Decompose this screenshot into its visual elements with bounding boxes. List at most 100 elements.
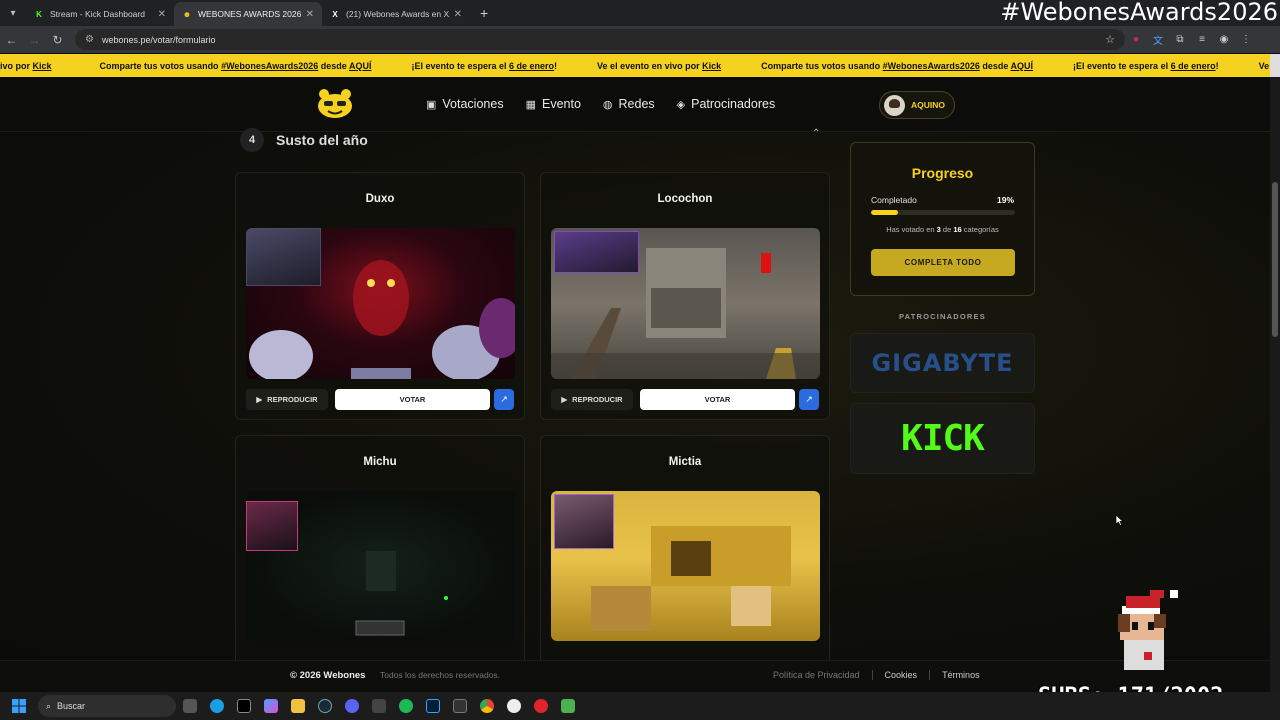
clip-thumbnail[interactable] bbox=[551, 491, 820, 641]
streamer-webcam bbox=[246, 228, 321, 286]
sponsor-kick[interactable]: KICK bbox=[850, 403, 1035, 474]
close-tab-icon[interactable]: ✕ bbox=[158, 9, 166, 20]
forward-icon[interactable]: → bbox=[23, 33, 46, 47]
extension-translate-icon[interactable]: 文 bbox=[1147, 32, 1169, 47]
kick-logo: KICK bbox=[901, 418, 985, 459]
back-icon[interactable]: ← bbox=[0, 33, 23, 47]
vote-button[interactable]: VOTAR bbox=[640, 389, 795, 410]
new-tab-button[interactable]: + bbox=[470, 5, 498, 21]
nav-evento[interactable]: ▦ Evento bbox=[526, 97, 581, 111]
search-placeholder: Buscar bbox=[57, 701, 86, 711]
external-link-icon[interactable]: ↗ bbox=[494, 389, 514, 410]
tab-webones-awards[interactable]: ☻ WEBONES AWARDS 2026 ✕ bbox=[174, 2, 322, 26]
privacy-link[interactable]: Política de Privacidad bbox=[773, 670, 873, 680]
external-link-icon[interactable]: ↗ bbox=[799, 389, 819, 410]
marquee-hashtag-link[interactable]: #WebonesAwards2026 bbox=[883, 61, 980, 71]
page-scrollbar[interactable] bbox=[1270, 77, 1280, 692]
gigabyte-logo: GIGABYTE bbox=[871, 349, 1014, 377]
steam-icon[interactable] bbox=[311, 695, 338, 717]
play-label: REPRODUCIR bbox=[572, 395, 623, 404]
streamer-webcam bbox=[554, 494, 614, 549]
browser-tab-strip: ▾ K Stream - Kick Dashboard ✕ ☻ WEBONES … bbox=[0, 0, 1280, 26]
clip-thumbnail[interactable] bbox=[246, 491, 515, 641]
webones-favicon-icon: ☻ bbox=[182, 9, 192, 19]
extensions-puzzle-icon[interactable]: ⧉ bbox=[1169, 34, 1191, 45]
play-button[interactable]: ▶ REPRODUCIR bbox=[246, 389, 328, 410]
close-tab-icon[interactable]: ✕ bbox=[454, 9, 462, 20]
nominee-card-duxo: Duxo ▶ REPRODUCIR VOTAR ↗ bbox=[235, 172, 525, 420]
marquee-hashtag-link[interactable]: #WebonesAwards2026 bbox=[221, 61, 318, 71]
scrollbar-thumb[interactable] bbox=[1272, 182, 1278, 337]
nav-redes[interactable]: ◍ Redes bbox=[603, 97, 655, 111]
terms-link[interactable]: Términos bbox=[930, 670, 992, 680]
user-menu-button[interactable]: AQUINO bbox=[879, 91, 955, 119]
marquee-aqui-link[interactable]: AQUÍ bbox=[349, 61, 372, 71]
sponsor-gigabyte[interactable]: GIGABYTE bbox=[850, 333, 1035, 393]
announcement-marquee: ivo por Kick Comparte tus votos usando #… bbox=[0, 54, 1280, 77]
app-icon[interactable] bbox=[446, 695, 473, 717]
webones-logo-icon[interactable] bbox=[315, 87, 355, 119]
progress-panel: Progreso Completado 19% Has votado en 3 … bbox=[850, 142, 1035, 296]
bookmark-star-icon[interactable]: ☆ bbox=[1105, 33, 1115, 46]
photoshop-icon[interactable] bbox=[419, 695, 446, 717]
media-controls-icon[interactable]: ≡ bbox=[1191, 34, 1213, 45]
close-tab-icon[interactable]: ✕ bbox=[306, 9, 314, 20]
marquee-date-link[interactable]: 6 de enero bbox=[509, 61, 554, 71]
screen: { "browser": { "tabs": [ {"title": "Stre… bbox=[0, 0, 1280, 720]
play-icon: ▶ bbox=[256, 395, 263, 404]
marquee-date-link[interactable]: 6 de enero bbox=[1171, 61, 1216, 71]
clip-thumbnail[interactable] bbox=[551, 228, 820, 379]
clip-thumbnail[interactable] bbox=[246, 228, 515, 379]
app-icon[interactable] bbox=[365, 695, 392, 717]
copilot-icon[interactable] bbox=[257, 695, 284, 717]
streamer-webcam bbox=[246, 501, 298, 551]
reload-icon[interactable]: ↻ bbox=[46, 33, 69, 47]
sponsors-label: PATROCINADORES bbox=[899, 312, 986, 321]
username: AQUINO bbox=[911, 100, 945, 110]
chrome-icon[interactable] bbox=[473, 695, 500, 717]
github-icon[interactable] bbox=[500, 695, 527, 717]
cookies-link[interactable]: Cookies bbox=[873, 670, 931, 680]
scrollbar-top[interactable] bbox=[1270, 54, 1280, 77]
taskbar-search[interactable]: ⌕ Buscar bbox=[38, 695, 176, 717]
category-header[interactable]: 4 Susto del año bbox=[240, 128, 368, 152]
nav-label: Votaciones bbox=[442, 97, 504, 111]
tab-title: WEBONES AWARDS 2026 bbox=[198, 9, 302, 19]
complete-all-button[interactable]: COMPLETA TODO bbox=[871, 249, 1015, 276]
discord-icon[interactable] bbox=[338, 695, 365, 717]
streamer-webcam bbox=[554, 231, 639, 273]
marquee-kick-link[interactable]: Kick bbox=[33, 61, 52, 71]
marquee-kick-link[interactable]: Kick bbox=[702, 61, 721, 71]
windows-start-icon[interactable] bbox=[0, 699, 38, 713]
tab-search-menu[interactable]: ▾ bbox=[0, 0, 26, 26]
play-button[interactable]: ▶ REPRODUCIR bbox=[551, 389, 633, 410]
site-info-icon[interactable]: ⚙ bbox=[85, 34, 94, 45]
edge-icon[interactable] bbox=[203, 695, 230, 717]
nav-patrocinadores[interactable]: ◈ Patrocinadores bbox=[677, 97, 776, 111]
file-explorer-icon[interactable] bbox=[284, 695, 311, 717]
minecraft-icon[interactable] bbox=[554, 695, 581, 717]
tab-x-post[interactable]: X (21) Webones Awards en X: "Cl ✕ bbox=[322, 2, 470, 26]
site-navbar: ▣ Votaciones ▦ Evento ◍ Redes ◈ Patrocinador… bbox=[0, 77, 1270, 132]
nominee-name: Michu bbox=[363, 456, 397, 468]
browser-menu-icon[interactable]: ⋮ bbox=[1235, 34, 1257, 45]
marquee-aqui-link[interactable]: AQUÍ bbox=[1011, 61, 1034, 71]
marquee-item: Ve el evento en vivo por Kick bbox=[597, 60, 722, 71]
marquee-item: Comparte tus votos usando #WebonesAwards… bbox=[761, 60, 1034, 71]
vote-button[interactable]: VOTAR bbox=[335, 389, 490, 410]
app-icon[interactable] bbox=[230, 695, 257, 717]
marquee-item: Comparte tus votos usando #WebonesAwards… bbox=[99, 60, 372, 71]
ballot-icon: ▣ bbox=[426, 98, 437, 111]
x-favicon-icon: X bbox=[332, 9, 338, 19]
collapse-chevron-icon[interactable]: ⌃ bbox=[812, 128, 820, 139]
mouse-cursor-icon bbox=[1116, 515, 1124, 526]
tab-kick-dashboard[interactable]: K Stream - Kick Dashboard ✕ bbox=[26, 2, 174, 26]
nav-votaciones[interactable]: ▣ Votaciones bbox=[426, 97, 504, 111]
address-bar[interactable]: ⚙ webones.pe/votar/formulario ☆ bbox=[75, 29, 1125, 50]
profile-avatar-icon[interactable]: ◉ bbox=[1213, 34, 1235, 45]
opera-icon[interactable] bbox=[527, 695, 554, 717]
nominee-card-locochon: Locochon ▶ REPRODUCIR VOTAR ↗ bbox=[540, 172, 830, 420]
spotify-icon[interactable] bbox=[392, 695, 419, 717]
extension-red-icon[interactable]: ● bbox=[1125, 34, 1147, 45]
task-view-icon[interactable] bbox=[176, 695, 203, 717]
